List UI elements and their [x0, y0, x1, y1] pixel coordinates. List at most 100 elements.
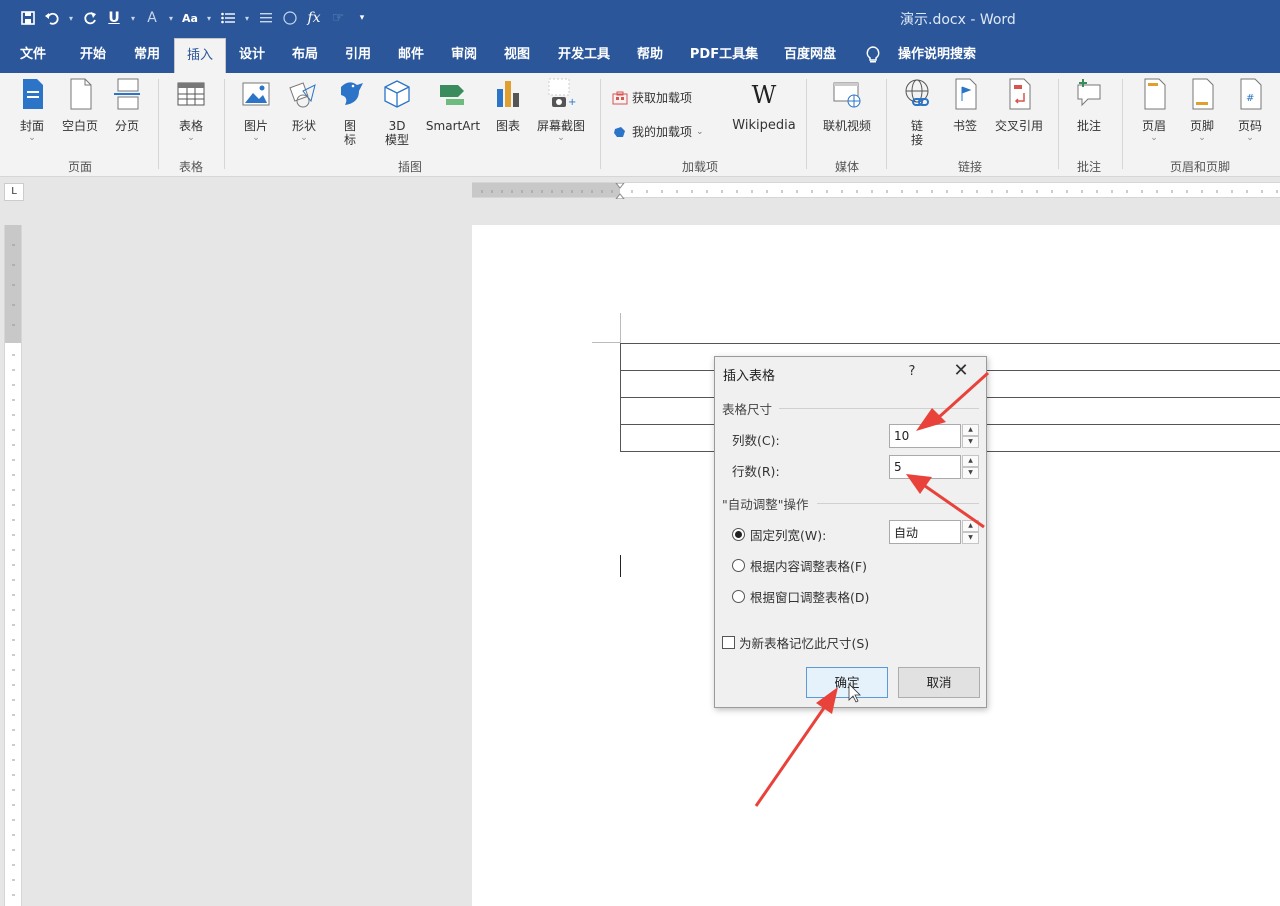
chevron-down-icon[interactable]: ▾	[66, 14, 76, 23]
rows-spinner[interactable]: ▲ ▼	[889, 455, 979, 479]
formula-icon[interactable]: fx	[304, 8, 324, 28]
group-label-header-footer: 页眉和页脚	[1169, 160, 1230, 174]
bullets-icon[interactable]	[218, 8, 238, 28]
chevron-down-icon[interactable]: ▾	[166, 14, 176, 23]
spin-up-icon[interactable]: ▲	[962, 455, 979, 467]
icons-button[interactable]: 图 标	[334, 77, 366, 147]
spin-down-icon[interactable]: ▼	[962, 532, 979, 544]
lightbulb-icon[interactable]	[865, 46, 881, 63]
autofit-window-radio[interactable]: 根据窗口调整表格(D)	[732, 587, 869, 606]
tell-me-search[interactable]: 操作说明搜索	[892, 36, 982, 73]
tab-view[interactable]: 视图	[495, 36, 539, 73]
screenshot-icon: +	[548, 78, 576, 108]
help-button[interactable]: ?	[905, 364, 919, 379]
change-case-icon[interactable]: Aa	[180, 8, 200, 28]
radio-unselected-icon	[732, 559, 745, 572]
group-divider	[224, 79, 225, 169]
fixed-width-spinner[interactable]: ▲ ▼	[889, 520, 979, 544]
undo-icon[interactable]	[42, 8, 62, 28]
wikipedia-icon: W	[751, 81, 777, 109]
get-addins-button[interactable]: 获取加载项	[612, 89, 692, 106]
page-break-button[interactable]: 分页	[110, 77, 144, 133]
cancel-button[interactable]: 取消	[898, 667, 980, 698]
columns-input[interactable]	[889, 424, 961, 448]
cross-reference-button[interactable]: 交叉引用	[990, 77, 1048, 133]
customize-qat-icon[interactable]: ▾	[352, 8, 372, 28]
blank-page-button[interactable]: 空白页	[58, 77, 102, 133]
ruler-ticks	[12, 244, 15, 896]
cover-page-button[interactable]: 封面 ⌄	[14, 77, 50, 143]
tab-insert[interactable]: 插入	[174, 38, 226, 73]
chevron-down-icon[interactable]: ▾	[128, 14, 138, 23]
chevron-down-icon: ⌄	[1246, 133, 1254, 143]
spin-down-icon[interactable]: ▼	[962, 436, 979, 448]
group-divider	[1058, 79, 1059, 169]
3d-models-button[interactable]: 3D 模型	[380, 77, 414, 147]
spin-up-icon[interactable]: ▲	[962, 520, 979, 532]
group-divider	[600, 79, 601, 169]
ok-button[interactable]: 确定	[806, 667, 888, 698]
autofit-contents-radio[interactable]: 根据内容调整表格(F)	[732, 556, 867, 575]
new-comment-button[interactable]: 批注	[1070, 77, 1108, 133]
fixed-width-radio[interactable]: 固定列宽(W):	[732, 525, 826, 544]
tab-common[interactable]: 常用	[122, 36, 172, 73]
chevron-down-icon: ⌄	[252, 133, 260, 143]
footer-button[interactable]: 页脚 ⌄	[1184, 77, 1220, 143]
wikipedia-button[interactable]: W Wikipedia	[730, 77, 798, 133]
svg-text:+: +	[568, 97, 576, 108]
tab-pdf-tools[interactable]: PDF工具集	[684, 36, 764, 73]
chevron-down-icon: ⌄	[300, 133, 308, 143]
addins-icon	[614, 126, 625, 137]
chevron-down-icon: ⌄	[187, 133, 195, 143]
screenshot-button[interactable]: + 屏幕截图 ⌄	[532, 77, 590, 143]
page-number-button[interactable]: # 页码 ⌄	[1232, 77, 1268, 143]
underline-icon[interactable]: U	[104, 8, 124, 28]
tab-help[interactable]: 帮助	[628, 36, 672, 73]
bookmark-button[interactable]: 书签	[948, 77, 982, 133]
close-button[interactable]: ✕	[951, 360, 971, 381]
tab-selector[interactable]: L	[4, 183, 24, 201]
tab-review[interactable]: 审阅	[442, 36, 486, 73]
tab-baidu-netdisk[interactable]: 百度网盘	[775, 36, 845, 73]
touch-mode-icon[interactable]: ☞	[328, 8, 348, 28]
header-button[interactable]: 页眉 ⌄	[1136, 77, 1172, 143]
rows-input[interactable]	[889, 455, 961, 479]
my-addins-button[interactable]: 我的加载项 ⌄	[612, 123, 704, 140]
remember-dimensions-checkbox[interactable]: 为新表格记忆此尺寸(S)	[722, 633, 869, 652]
redo-icon[interactable]	[80, 8, 100, 28]
document-title: 演示.docx - Word	[900, 12, 1016, 28]
tab-design[interactable]: 设计	[230, 36, 274, 73]
page-break-icon	[114, 78, 140, 110]
chart-button[interactable]: 图表	[492, 77, 524, 133]
group-label-pages: 页面	[67, 160, 92, 174]
horizontal-ruler[interactable]	[472, 182, 1280, 199]
chevron-down-icon[interactable]: ▾	[242, 14, 252, 23]
table-button[interactable]: 表格 ⌄	[172, 77, 210, 143]
shapes-icon	[289, 82, 316, 108]
pictures-button[interactable]: 图片 ⌄	[238, 77, 274, 143]
tab-layout[interactable]: 布局	[283, 36, 327, 73]
spin-up-icon[interactable]: ▲	[962, 424, 979, 436]
save-icon[interactable]	[18, 8, 38, 28]
tab-developer[interactable]: 开发工具	[549, 36, 619, 73]
font-color-icon[interactable]: A	[142, 8, 162, 28]
tab-file[interactable]: 文件	[8, 36, 58, 73]
shape-circle-icon[interactable]	[280, 8, 300, 28]
vertical-ruler[interactable]	[4, 225, 22, 906]
tab-home[interactable]: 开始	[68, 36, 118, 73]
autofit-section-label: "自动调整"操作	[722, 497, 809, 512]
columns-spinner[interactable]: ▲ ▼	[889, 424, 979, 448]
tab-mailings[interactable]: 邮件	[389, 36, 433, 73]
3d-cube-icon	[384, 80, 410, 108]
tab-references[interactable]: 引用	[336, 36, 380, 73]
shapes-button[interactable]: 形状 ⌄	[286, 77, 322, 143]
radio-selected-icon	[732, 528, 745, 541]
align-icon[interactable]	[256, 8, 276, 28]
online-video-button[interactable]: 联机视频	[816, 77, 878, 133]
link-button[interactable]: 链 接	[900, 77, 934, 147]
spin-down-icon[interactable]: ▼	[962, 467, 979, 479]
chevron-down-icon[interactable]: ▾	[204, 14, 214, 23]
rows-label: 行数(R):	[732, 464, 780, 479]
smartart-button[interactable]: SmartArt	[422, 77, 484, 133]
fixed-width-input[interactable]	[889, 520, 961, 544]
